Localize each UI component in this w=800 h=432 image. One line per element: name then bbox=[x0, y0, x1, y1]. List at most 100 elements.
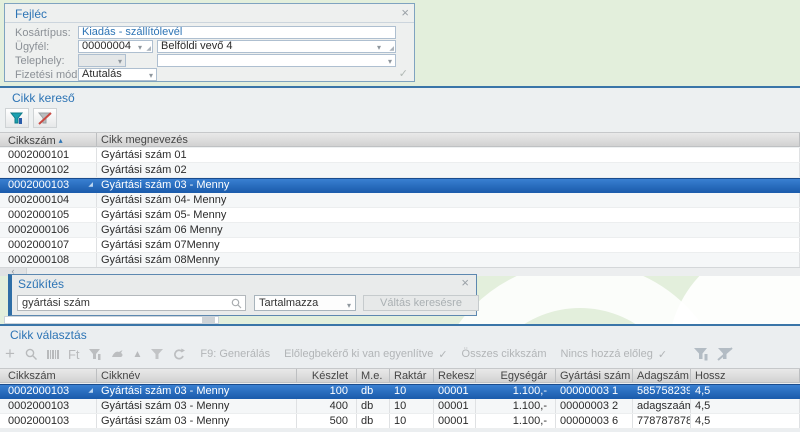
chevron-down-icon[interactable]: ▾ bbox=[138, 42, 142, 53]
chevron-down-icon[interactable]: ▾ bbox=[388, 56, 392, 67]
check-icon: ✓ bbox=[438, 348, 447, 361]
column-header[interactable]: Rekesz bbox=[434, 369, 476, 382]
filter-clear-icon bbox=[38, 112, 52, 125]
cikk-kereso-title: Cikk kereső bbox=[12, 91, 75, 105]
table-row[interactable]: 0002000103Gyártási szám 03 - Menny400db1… bbox=[0, 399, 800, 414]
table-cell: 00001 bbox=[434, 414, 476, 428]
table-cell: 400 bbox=[297, 399, 357, 413]
scrollbar-thumb[interactable] bbox=[202, 317, 215, 323]
chevron-down-icon[interactable]: ▾ bbox=[149, 70, 153, 81]
table-row[interactable]: 0002000103◢Gyártási szám 03 - Menny100db… bbox=[0, 384, 800, 399]
table-cell: 10 bbox=[390, 384, 434, 398]
table-cell: Gyártási szám 04- Menny bbox=[97, 193, 800, 207]
elolegbekero-label[interactable]: Előlegbekérő ki van egyenlítve bbox=[284, 348, 433, 360]
filter-button[interactable] bbox=[5, 108, 29, 128]
table-row[interactable]: 0002000103Gyártási szám 03 - Menny500db1… bbox=[0, 414, 800, 429]
ugyfel-code-field[interactable]: 00000004 ▾ ◢ bbox=[78, 40, 153, 53]
table-cell: Gyártási szám 08Menny bbox=[97, 253, 800, 267]
search-icon bbox=[231, 298, 242, 312]
match-mode-select[interactable]: Tartalmazza ▾ bbox=[254, 295, 356, 311]
telephely-code-field[interactable]: ▾ bbox=[78, 54, 126, 67]
triangle-up-icon[interactable]: ▲ bbox=[133, 349, 143, 360]
column-header[interactable]: Készlet bbox=[297, 369, 357, 382]
column-header[interactable]: Cikkszám bbox=[0, 369, 97, 382]
table-cell: 1.100,- bbox=[476, 414, 556, 428]
chevron-down-icon[interactable]: ▾ bbox=[377, 42, 381, 53]
funnel-icon[interactable] bbox=[150, 348, 164, 361]
column-header[interactable]: Cikkszám▴ bbox=[0, 133, 97, 146]
close-icon[interactable]: × bbox=[401, 7, 409, 19]
table-cell: 100 bbox=[297, 384, 357, 398]
table-cell: db bbox=[357, 384, 390, 398]
column-header[interactable]: Adagszám bbox=[633, 369, 691, 382]
barcode-icon[interactable] bbox=[46, 349, 60, 360]
table-header-row: Cikkszám▴Cikk megnevezés bbox=[0, 132, 800, 147]
table-body: 0002000103◢Gyártási szám 03 - Menny100db… bbox=[0, 384, 800, 429]
table-cell: 1.100,- bbox=[476, 399, 556, 413]
table-cell: 0002000102 bbox=[0, 163, 97, 177]
osszes-cikkszam-label[interactable]: Összes cikkszám bbox=[462, 348, 547, 360]
table-cell: 7787878787 bbox=[633, 414, 691, 428]
table-cell: db bbox=[357, 414, 390, 428]
szukites-panel: Szűkítés × Tartalmazza ▾ Váltás keresésr… bbox=[8, 274, 477, 316]
search-icon[interactable] bbox=[25, 348, 38, 361]
filter-clear-icon[interactable] bbox=[717, 347, 733, 361]
hand-icon[interactable] bbox=[110, 348, 125, 360]
telephely-label: Telephely: bbox=[15, 55, 65, 67]
table-row[interactable]: 0002000104Gyártási szám 04- Menny bbox=[0, 193, 800, 208]
refresh-icon[interactable] bbox=[172, 348, 186, 361]
filter-funnel-icon[interactable] bbox=[693, 347, 709, 361]
table-row[interactable]: 0002000101Gyártási szám 01 bbox=[0, 148, 800, 163]
table-row[interactable]: 0002000107Gyártási szám 07Menny bbox=[0, 238, 800, 253]
fizetesi-mod-label: Fizetési mód: bbox=[15, 69, 80, 81]
nincs-eloleg-label[interactable]: Nincs hozzá előleg bbox=[561, 348, 653, 360]
clear-filter-button[interactable] bbox=[33, 108, 57, 128]
table-cell: Gyártási szám 01 bbox=[97, 148, 800, 162]
table-row[interactable]: 0002000108Gyártási szám 08Menny bbox=[0, 253, 800, 268]
column-header[interactable]: Raktár bbox=[390, 369, 434, 382]
table-cell: 00000003 6 bbox=[556, 414, 633, 428]
table-cell: 0002000103◢ bbox=[0, 178, 97, 192]
confirm-check-icon: ✓ bbox=[399, 67, 408, 80]
column-header[interactable]: Cikk megnevezés bbox=[97, 133, 800, 146]
column-header[interactable]: Egységár bbox=[476, 369, 556, 382]
table-row[interactable]: 0002000106Gyártási szám 06 Menny bbox=[0, 223, 800, 238]
search-input[interactable] bbox=[17, 295, 246, 311]
resize-grip-icon[interactable]: ◢ bbox=[146, 46, 151, 52]
close-icon[interactable]: × bbox=[461, 277, 469, 289]
table-cell: 4,5 bbox=[691, 414, 800, 428]
table-cell: 0002000104 bbox=[0, 193, 97, 207]
chevron-down-icon: ▾ bbox=[347, 299, 351, 313]
filter-funnel-icon[interactable] bbox=[88, 348, 102, 361]
fizetesi-mod-field[interactable]: Átutalás ▾ bbox=[78, 68, 157, 81]
table-cell: 500 bbox=[297, 414, 357, 428]
kosartipus-field[interactable]: Kiadás - szállítólevél bbox=[78, 26, 396, 39]
row-marker-icon: ◢ bbox=[88, 388, 93, 394]
table-row[interactable]: 0002000102Gyártási szám 02 bbox=[0, 163, 800, 178]
f9-generalas-label[interactable]: F9: Generálás bbox=[200, 348, 270, 360]
table-cell: Gyártási szám 03 - Menny bbox=[97, 399, 297, 413]
column-header[interactable]: Hossz bbox=[691, 369, 800, 382]
cikk-kereso-panel: Cikk kereső Cikkszám▴Cikk megnevezés 000… bbox=[0, 86, 800, 274]
telephely-name-field[interactable]: ▾ bbox=[157, 54, 396, 67]
table-row[interactable]: 0002000103◢Gyártási szám 03 - Menny bbox=[0, 178, 800, 193]
column-header[interactable]: M.e. bbox=[357, 369, 390, 382]
table-cell: Gyártási szám 03 - Menny bbox=[97, 178, 800, 192]
ugyfel-label: Ügyfél: bbox=[15, 41, 49, 53]
switch-search-button[interactable]: Váltás keresésre bbox=[363, 295, 479, 311]
table-cell: 0002000101 bbox=[0, 148, 97, 162]
ugyfel-name-field[interactable]: Belföldi vevő 4 ▾ ◢ bbox=[157, 40, 396, 53]
table-row[interactable]: 0002000105Gyártási szám 05- Menny bbox=[0, 208, 800, 223]
table-cell: 0002000103 bbox=[0, 399, 97, 413]
resize-grip-icon[interactable]: ◢ bbox=[389, 46, 394, 52]
column-header[interactable]: Cikknév bbox=[97, 369, 297, 382]
table-cell: 00000003 1 bbox=[556, 384, 633, 398]
add-icon[interactable]: + bbox=[5, 344, 15, 364]
chevron-down-icon[interactable]: ▾ bbox=[118, 56, 122, 67]
match-mode-value: Tartalmazza bbox=[259, 297, 318, 309]
table-cell: 00001 bbox=[434, 384, 476, 398]
column-header[interactable]: Gyártási szám bbox=[556, 369, 633, 382]
table-cell: 5857582398 bbox=[633, 384, 691, 398]
table-cell: Gyártási szám 02 bbox=[97, 163, 800, 177]
forint-icon[interactable]: Ft bbox=[68, 347, 80, 362]
